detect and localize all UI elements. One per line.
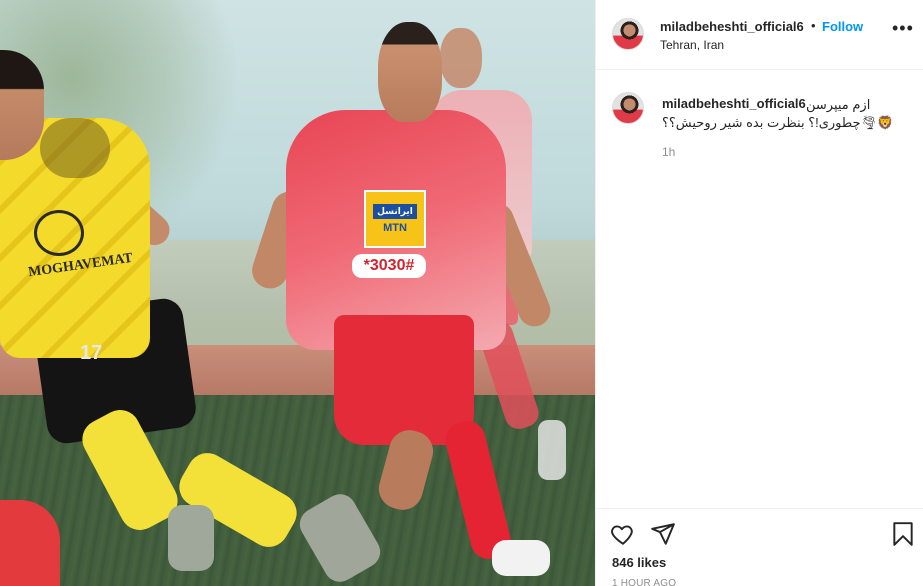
main-player-head [378,22,442,122]
post-side-panel: miladbeheshti_official6 • Follow Tehran,… [595,0,923,586]
paper-plane-icon[interactable] [650,521,676,547]
caption-block [596,70,923,506]
yellow-player-jersey-shade [40,118,110,178]
yellow-player-number: 17 [80,342,103,364]
location-link[interactable]: Tehran, Iran [660,38,724,52]
post-photo[interactable]: ایرانسل MTN *3030# MOGHAVEMAT 17 [0,0,595,586]
action-bar [596,508,923,558]
caption-username[interactable]: miladbeheshti_official6 [662,96,806,111]
caption-time[interactable]: 1h [662,145,675,159]
separator-dot: • [811,18,816,33]
follow-button[interactable]: Follow [822,19,863,34]
post-time-ago: 1 HOUR AGO [612,578,677,586]
caption-text-line1: ازم میپرسن [806,97,871,112]
avatar[interactable] [612,92,644,124]
bookmark-icon[interactable] [890,521,916,547]
header-username[interactable]: miladbeheshti_official6 [660,19,804,34]
post-header: miladbeheshti_official6 • Follow Tehran,… [596,0,923,70]
bg-player-head [440,28,482,88]
sponsor-mtn: MTN [383,222,407,234]
caption-text-line2: 🦁🌪چطوری!؟ بنظرت بده شیر روحیش؟؟ [662,115,894,130]
sponsor-brand: ایرانسل [373,204,417,219]
more-options-icon[interactable]: ••• [892,18,914,39]
yellow-player-boot [168,505,214,571]
likes-count[interactable]: 846 likes [612,555,666,570]
avatar[interactable] [612,18,644,50]
jersey-sponsor-logo: ایرانسل MTN [364,190,426,248]
bg-player-boot [538,420,566,480]
yellow-team-logo [34,210,84,256]
heart-icon[interactable] [610,521,636,547]
jersey-sponsor-code: *3030# [352,254,426,278]
main-player-boot [492,540,550,576]
